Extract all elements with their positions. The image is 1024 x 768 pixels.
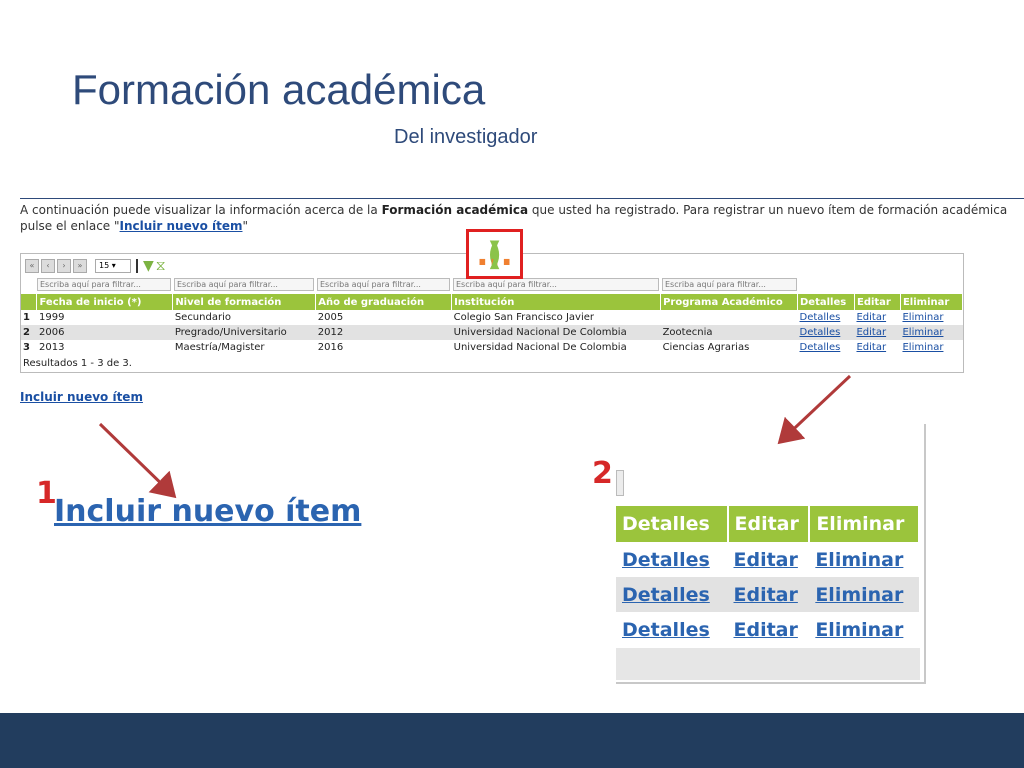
cell-nivel: Pregrado/Universitario	[172, 325, 316, 340]
cell-institucion: Colegio San Francisco Javier	[453, 312, 595, 323]
col-eliminar-header: Eliminar	[900, 294, 964, 310]
cell-programa: Zootecnia	[660, 325, 798, 340]
row-index: 3	[23, 342, 30, 353]
cell-nivel: Secundario	[174, 312, 231, 323]
col-institucion-header[interactable]: Institución	[451, 294, 662, 310]
filter-fecha-input[interactable]: Escriba aquí para filtrar...	[37, 278, 171, 291]
zoom-filter-stub	[616, 470, 624, 496]
table-row: 1 1999 Secundario 2005 Colegio San Franc…	[21, 310, 963, 325]
eliminar-link[interactable]: Eliminar	[902, 327, 943, 338]
zoom-eliminar-header: Eliminar	[809, 506, 920, 542]
zoomed-actions-panel: Detalles Editar Eliminar Detalles Editar…	[616, 424, 926, 684]
eliminar-link[interactable]: Eliminar	[815, 619, 903, 641]
clear-filter-icon[interactable]: ⧖	[156, 259, 166, 273]
footer-bar	[0, 713, 1024, 768]
include-item-link-zoomed[interactable]: Incluir nuevo ítem	[54, 494, 361, 529]
detalles-link[interactable]: Detalles	[622, 584, 710, 606]
table-row: Detalles Editar Eliminar	[616, 612, 919, 647]
cell-institucion: Universidad Nacional De Colombia	[453, 342, 627, 353]
slide-subtitle: Del investigador	[394, 126, 538, 148]
detalles-link[interactable]: Detalles	[622, 619, 710, 641]
next-page-icon[interactable]: ›	[57, 259, 71, 273]
editar-link[interactable]: Editar	[734, 549, 798, 571]
col-editar-header: Editar	[854, 294, 901, 310]
cell-fecha: 2013	[38, 342, 65, 353]
detalles-link[interactable]: Detalles	[622, 549, 710, 571]
editar-link[interactable]: Editar	[734, 584, 798, 606]
col-fecha-header[interactable]: Fecha de inicio (*)	[36, 294, 174, 310]
cell-fecha: 2006	[36, 325, 173, 340]
filter-icon[interactable]: ▼	[143, 259, 154, 273]
table-row: 3 2013 Maestría/Magister 2016 Universida…	[21, 340, 963, 355]
col-nivel-header[interactable]: Nivel de formación	[172, 294, 317, 310]
row-index: 2	[21, 325, 37, 340]
zoom-detalles-header: Detalles	[616, 506, 729, 542]
zoomed-actions-table: Detalles Editar Eliminar Detalles Editar…	[616, 506, 920, 647]
intro-text-start: A continuación puede visualizar la infor…	[20, 203, 382, 217]
table-header-row: Fecha de inicio (*) Nivel de formación A…	[21, 294, 964, 310]
last-page-icon[interactable]: »	[73, 259, 87, 273]
eliminar-link[interactable]: Eliminar	[815, 584, 903, 606]
row-index: 1	[23, 312, 30, 323]
detalles-link[interactable]: Detalles	[800, 312, 841, 323]
cell-programa: Ciencias Agrarias	[662, 342, 750, 353]
divider	[20, 198, 1024, 199]
results-count: Resultados 1 - 3 de 3.	[23, 358, 132, 369]
cell-nivel: Maestría/Magister	[174, 342, 265, 353]
intro-text-end: "	[242, 219, 249, 233]
cell-institucion: Universidad Nacional De Colombia	[451, 325, 661, 340]
editar-link[interactable]: Editar	[856, 312, 886, 323]
zoom-editar-header: Editar	[727, 506, 811, 542]
col-anio-header[interactable]: Año de graduación	[315, 294, 453, 310]
page-size-value: 15	[99, 261, 110, 270]
include-item-link[interactable]: Incluir nuevo ítem	[20, 390, 143, 404]
slide-title: Formación académica	[72, 66, 486, 113]
table-row: Detalles Editar Eliminar	[616, 577, 919, 612]
zoom-footer	[616, 648, 920, 680]
page-size-select[interactable]: 15 ▾	[95, 259, 131, 273]
zoom-header-row: Detalles Editar Eliminar	[616, 506, 920, 542]
cell-anio: 2012	[315, 325, 452, 340]
col-index-header	[21, 294, 38, 310]
arrow-to-include-link	[98, 422, 177, 499]
filter-anio-input[interactable]: Escriba aquí para filtrar...	[317, 278, 450, 291]
cell-fecha: 1999	[38, 312, 65, 323]
eliminar-link[interactable]: Eliminar	[902, 342, 943, 353]
editar-link[interactable]: Editar	[856, 342, 886, 353]
editar-link[interactable]: Editar	[734, 619, 798, 641]
cell-anio: 2005	[317, 312, 344, 323]
pager: « ‹ › » 15 ▾ ▼ ⧖	[25, 258, 166, 274]
detalles-link[interactable]: Detalles	[800, 327, 841, 338]
ellipsis-callout: (...)	[466, 229, 523, 279]
filter-nivel-input[interactable]: Escriba aquí para filtrar...	[174, 278, 314, 291]
cell-programa	[661, 310, 798, 325]
pager-separator	[136, 259, 138, 273]
intro-include-link[interactable]: Incluir nuevo ítem	[120, 219, 243, 233]
detalles-link[interactable]: Detalles	[800, 342, 841, 353]
intro-bold: Formación académica	[381, 203, 529, 217]
results-table: Fecha de inicio (*) Nivel de formación A…	[21, 294, 964, 355]
col-detalles-header: Detalles	[797, 294, 855, 310]
editar-link[interactable]: Editar	[856, 327, 886, 338]
eliminar-link[interactable]: Eliminar	[815, 549, 903, 571]
col-programa-header[interactable]: Programa Académico	[660, 294, 798, 310]
step-label-2: 2	[592, 456, 613, 491]
table-row: 2 2006 Pregrado/Universitario 2012 Unive…	[21, 325, 963, 340]
prev-page-icon[interactable]: ‹	[41, 259, 55, 273]
filter-programa-input[interactable]: Escriba aquí para filtrar...	[662, 278, 797, 291]
eliminar-link[interactable]: Eliminar	[902, 312, 943, 323]
cell-anio: 2016	[317, 342, 344, 353]
table-row: Detalles Editar Eliminar	[616, 542, 919, 577]
first-page-icon[interactable]: «	[25, 259, 39, 273]
filter-institucion-input[interactable]: Escriba aquí para filtrar...	[453, 278, 659, 291]
paren-close: )	[487, 235, 502, 273]
